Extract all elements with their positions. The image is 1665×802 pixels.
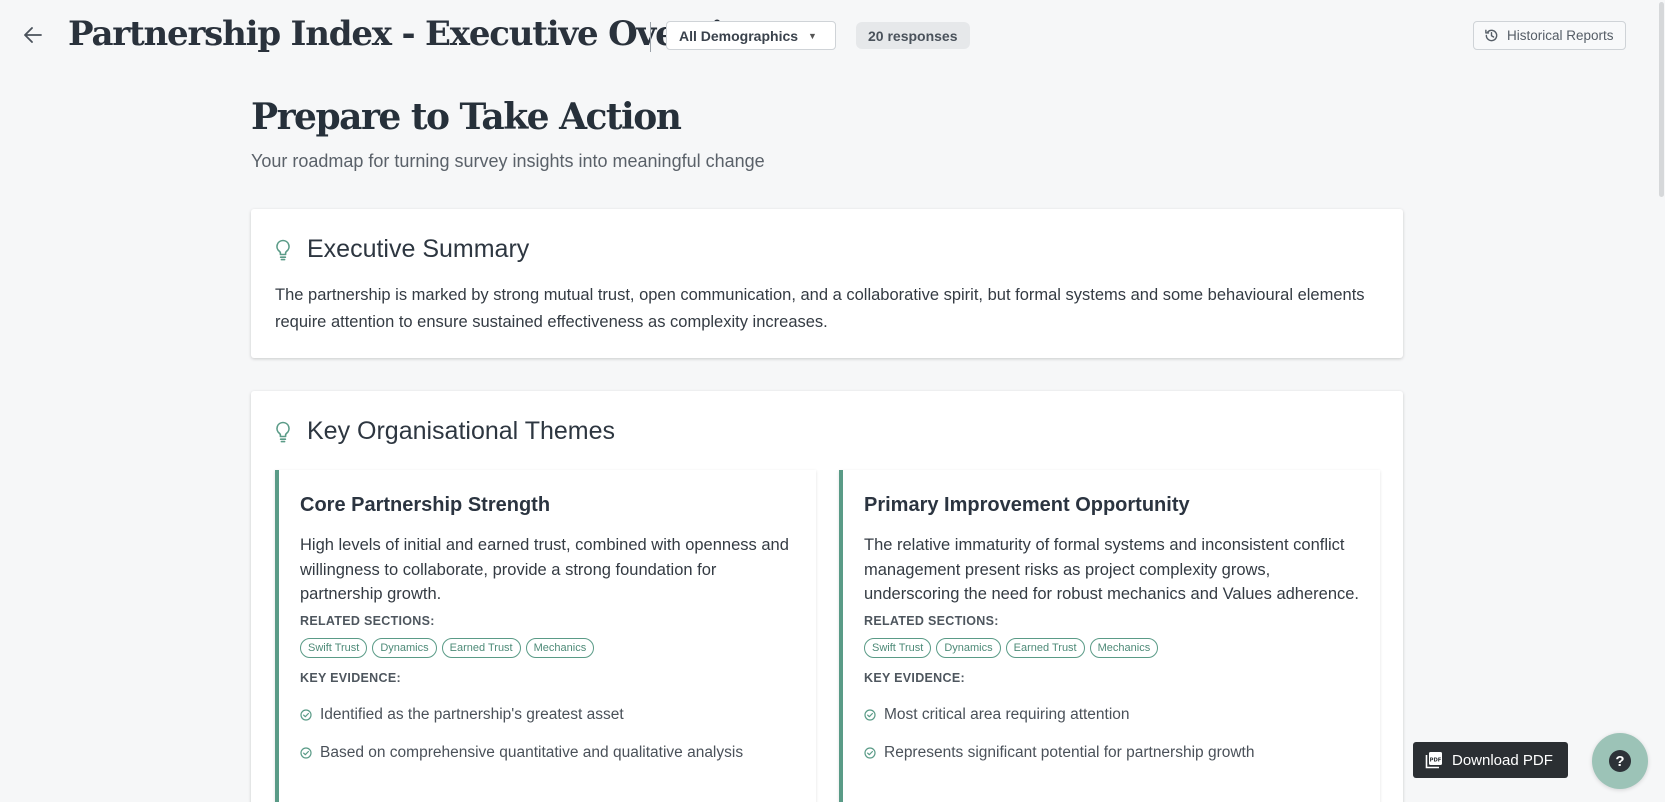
theme-card-improvement-opportunity: Primary Improvement Opportunity The rela…: [839, 470, 1380, 802]
related-sections-label: RELATED SECTIONS:: [864, 614, 999, 628]
chip-earned-trust[interactable]: Earned Trust: [1005, 638, 1085, 658]
evidence-item: Based on comprehensive quantitative and …: [300, 744, 743, 762]
evidence-item: Most critical area requiring attention: [864, 706, 1130, 724]
section-heading: Prepare to Take Action: [251, 96, 682, 138]
download-pdf-label: Download PDF: [1452, 751, 1553, 769]
page-scrollbar[interactable]: [1658, 0, 1665, 802]
scrollbar-thumb[interactable]: [1659, 2, 1664, 197]
check-circle-icon: [300, 747, 312, 759]
section-subheading: Your roadmap for turning survey insights…: [251, 151, 765, 171]
caret-down-icon: ▼: [808, 30, 817, 41]
chip-swift-trust[interactable]: Swift Trust: [300, 638, 368, 658]
chip-mechanics[interactable]: Mechanics: [1089, 638, 1159, 658]
theme-card-core-strength: Core Partnership Strength High levels of…: [275, 470, 816, 802]
evidence-text: Most critical area requiring attention: [884, 706, 1130, 723]
historical-reports-button[interactable]: Historical Reports: [1473, 21, 1626, 50]
executive-summary-text: The partnership is marked by strong mutu…: [275, 286, 1365, 331]
history-icon: [1484, 28, 1499, 43]
top-bar: Partnership Index - Executive Overview A…: [0, 0, 1665, 72]
check-circle-icon: [300, 709, 312, 721]
chip-earned-trust[interactable]: Earned Trust: [441, 638, 521, 658]
evidence-item: Represents significant potential for par…: [864, 744, 1254, 762]
related-sections-chips: Swift Trust Dynamics Earned Trust Mechan…: [864, 638, 1159, 658]
title-divider: [650, 22, 651, 52]
key-evidence-label: KEY EVIDENCE:: [300, 671, 401, 685]
chip-dynamics[interactable]: Dynamics: [372, 638, 437, 658]
chip-swift-trust[interactable]: Swift Trust: [864, 638, 932, 658]
key-themes-title: Key Organisational Themes: [307, 417, 616, 445]
key-themes-card: Key Organisational Themes Core Partnersh…: [251, 391, 1403, 802]
theme-description: The relative immaturity of formal system…: [864, 536, 1360, 603]
historical-reports-label: Historical Reports: [1507, 28, 1614, 43]
demographics-select-value: All Demographics: [679, 27, 799, 44]
chip-mechanics[interactable]: Mechanics: [525, 638, 595, 658]
executive-summary-title: Executive Summary: [307, 235, 530, 263]
check-circle-icon: [864, 709, 876, 721]
executive-summary-header: Executive Summary: [275, 235, 529, 264]
executive-summary-card: Executive Summary The partnership is mar…: [251, 209, 1403, 358]
question-mark-icon: ?: [1609, 750, 1631, 772]
svg-text:PDF: PDF: [1430, 757, 1442, 763]
check-circle-icon: [864, 747, 876, 759]
evidence-text: Based on comprehensive quantitative and …: [320, 744, 744, 761]
evidence-text: Identified as the partnership's greatest…: [320, 706, 624, 723]
lightbulb-icon: [275, 239, 297, 261]
lightbulb-icon: [275, 421, 297, 443]
download-pdf-button[interactable]: PDF Download PDF: [1413, 742, 1568, 778]
pdf-icon: PDF: [1425, 751, 1443, 769]
evidence-text: Represents significant potential for par…: [884, 744, 1255, 761]
related-sections-label: RELATED SECTIONS:: [300, 614, 435, 628]
demographics-select[interactable]: All Demographics ▼: [666, 21, 836, 50]
evidence-item: Identified as the partnership's greatest…: [300, 706, 624, 724]
help-button[interactable]: ?: [1592, 733, 1648, 789]
responses-badge: 20 responses: [856, 22, 970, 49]
related-sections-chips: Swift Trust Dynamics Earned Trust Mechan…: [300, 638, 595, 658]
theme-description: High levels of initial and earned trust,…: [300, 536, 789, 603]
key-themes-header: Key Organisational Themes: [275, 417, 615, 446]
back-button[interactable]: [20, 22, 46, 48]
theme-title: Core Partnership Strength: [300, 494, 551, 516]
arrow-left-icon: [24, 27, 42, 43]
chip-dynamics[interactable]: Dynamics: [936, 638, 1001, 658]
key-evidence-label: KEY EVIDENCE:: [864, 671, 965, 685]
theme-title: Primary Improvement Opportunity: [864, 494, 1190, 516]
